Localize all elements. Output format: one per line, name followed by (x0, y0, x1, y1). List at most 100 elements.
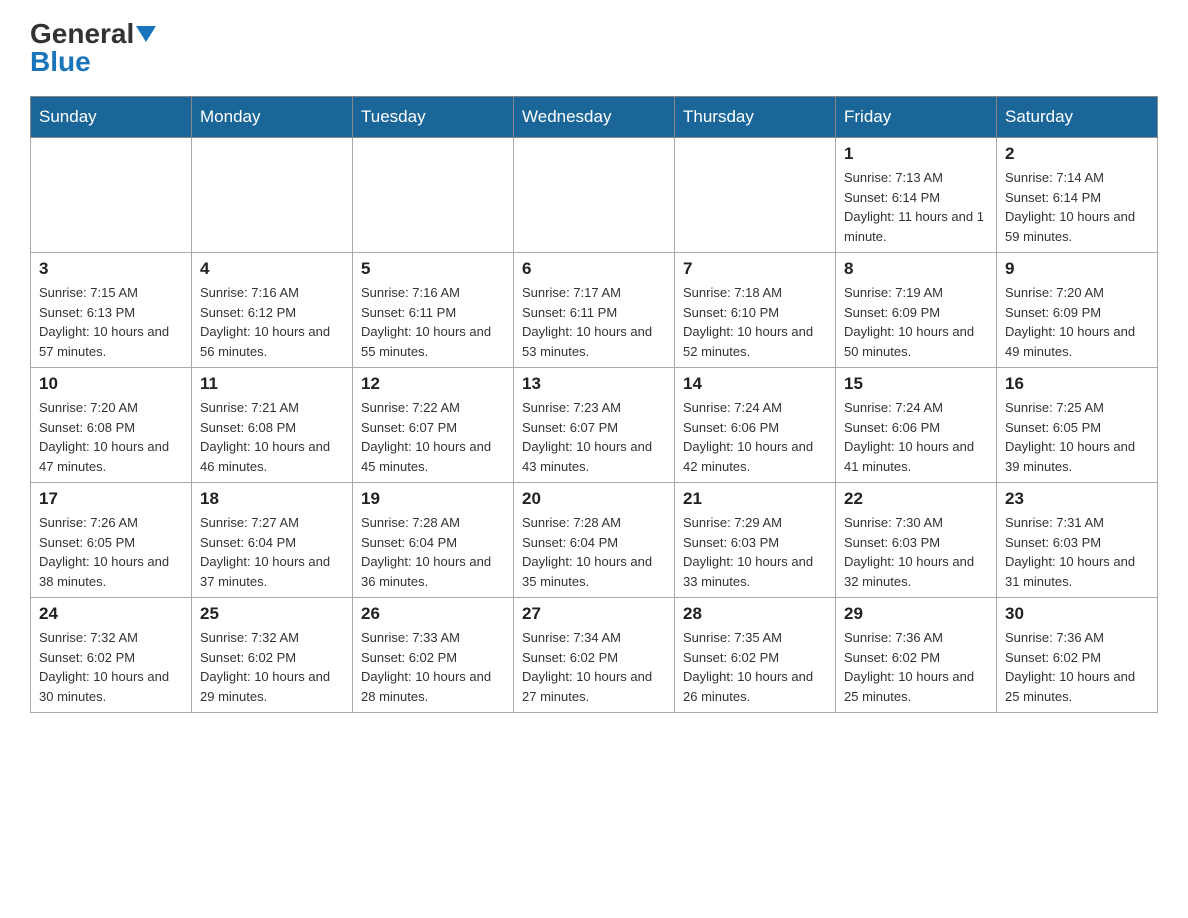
weekday-header-friday: Friday (836, 97, 997, 138)
day-number: 15 (844, 374, 988, 394)
day-number: 14 (683, 374, 827, 394)
day-info: Sunrise: 7:23 AM Sunset: 6:07 PM Dayligh… (522, 398, 666, 476)
day-info: Sunrise: 7:24 AM Sunset: 6:06 PM Dayligh… (844, 398, 988, 476)
logo-general-text: General (30, 20, 134, 48)
calendar-cell: 25 Sunrise: 7:32 AM Sunset: 6:02 PM Dayli… (192, 598, 353, 713)
day-number: 16 (1005, 374, 1149, 394)
day-info: Sunrise: 7:16 AM Sunset: 6:12 PM Dayligh… (200, 283, 344, 361)
weekday-header-sunday: Sunday (31, 97, 192, 138)
day-info: Sunrise: 7:13 AM Sunset: 6:14 PM Dayligh… (844, 168, 988, 246)
day-number: 8 (844, 259, 988, 279)
weekday-header-thursday: Thursday (675, 97, 836, 138)
day-number: 24 (39, 604, 183, 624)
calendar-cell: 2Sunrise: 7:14 AM Sunset: 6:14 PM Daylig… (997, 138, 1158, 253)
page-header: General Blue (30, 20, 1158, 76)
day-info: Sunrise: 7:15 AM Sunset: 6:13 PM Dayligh… (39, 283, 183, 361)
day-number: 18 (200, 489, 344, 509)
calendar-cell: 16 Sunrise: 7:25 AM Sunset: 6:05 PM Dayli… (997, 368, 1158, 483)
calendar-cell (31, 138, 192, 253)
day-info: Sunrise: 7:21 AM Sunset: 6:08 PM Dayligh… (200, 398, 344, 476)
calendar-cell: 7 Sunrise: 7:18 AM Sunset: 6:10 PM Daylig… (675, 253, 836, 368)
day-number: 29 (844, 604, 988, 624)
calendar-week-row: 3 Sunrise: 7:15 AM Sunset: 6:13 PM Daylig… (31, 253, 1158, 368)
day-number: 17 (39, 489, 183, 509)
day-info: Sunrise: 7:17 AM Sunset: 6:11 PM Dayligh… (522, 283, 666, 361)
day-info: Sunrise: 7:20 AM Sunset: 6:09 PM Dayligh… (1005, 283, 1149, 361)
logo-triangle-icon (136, 26, 156, 42)
calendar-cell (353, 138, 514, 253)
day-number: 27 (522, 604, 666, 624)
day-info: Sunrise: 7:18 AM Sunset: 6:10 PM Dayligh… (683, 283, 827, 361)
logo: General Blue (30, 20, 156, 76)
day-info: Sunrise: 7:35 AM Sunset: 6:02 PM Dayligh… (683, 628, 827, 706)
day-info: Sunrise: 7:25 AM Sunset: 6:05 PM Dayligh… (1005, 398, 1149, 476)
day-number: 7 (683, 259, 827, 279)
day-info: Sunrise: 7:36 AM Sunset: 6:02 PM Dayligh… (844, 628, 988, 706)
day-info: Sunrise: 7:19 AM Sunset: 6:09 PM Dayligh… (844, 283, 988, 361)
day-info: Sunrise: 7:36 AM Sunset: 6:02 PM Dayligh… (1005, 628, 1149, 706)
calendar-cell (192, 138, 353, 253)
calendar-table: SundayMondayTuesdayWednesdayThursdayFrid… (30, 96, 1158, 713)
calendar-cell: 1 Sunrise: 7:13 AM Sunset: 6:14 PM Daylig… (836, 138, 997, 253)
calendar-cell: 10 Sunrise: 7:20 AM Sunset: 6:08 PM Dayli… (31, 368, 192, 483)
day-info: Sunrise: 7:31 AM Sunset: 6:03 PM Dayligh… (1005, 513, 1149, 591)
day-info: Sunrise: 7:34 AM Sunset: 6:02 PM Dayligh… (522, 628, 666, 706)
day-number: 10 (39, 374, 183, 394)
calendar-cell: 12 Sunrise: 7:22 AM Sunset: 6:07 PM Dayli… (353, 368, 514, 483)
day-number: 21 (683, 489, 827, 509)
calendar-week-row: 24 Sunrise: 7:32 AM Sunset: 6:02 PM Dayli… (31, 598, 1158, 713)
calendar-cell: 18 Sunrise: 7:27 AM Sunset: 6:04 PM Dayli… (192, 483, 353, 598)
calendar-cell: 13 Sunrise: 7:23 AM Sunset: 6:07 PM Dayli… (514, 368, 675, 483)
weekday-header-tuesday: Tuesday (353, 97, 514, 138)
calendar-cell: 3 Sunrise: 7:15 AM Sunset: 6:13 PM Daylig… (31, 253, 192, 368)
calendar-cell: 15 Sunrise: 7:24 AM Sunset: 6:06 PM Dayli… (836, 368, 997, 483)
calendar-cell: 9Sunrise: 7:20 AM Sunset: 6:09 PM Daylig… (997, 253, 1158, 368)
day-info: Sunrise: 7:29 AM Sunset: 6:03 PM Dayligh… (683, 513, 827, 591)
calendar-week-row: 17 Sunrise: 7:26 AM Sunset: 6:05 PM Dayli… (31, 483, 1158, 598)
day-info: Sunrise: 7:32 AM Sunset: 6:02 PM Dayligh… (200, 628, 344, 706)
calendar-cell: 29 Sunrise: 7:36 AM Sunset: 6:02 PM Dayli… (836, 598, 997, 713)
day-info: Sunrise: 7:28 AM Sunset: 6:04 PM Dayligh… (522, 513, 666, 591)
calendar-cell (514, 138, 675, 253)
day-info: Sunrise: 7:26 AM Sunset: 6:05 PM Dayligh… (39, 513, 183, 591)
calendar-cell: 19 Sunrise: 7:28 AM Sunset: 6:04 PM Dayli… (353, 483, 514, 598)
day-number: 26 (361, 604, 505, 624)
day-info: Sunrise: 7:30 AM Sunset: 6:03 PM Dayligh… (844, 513, 988, 591)
day-number: 11 (200, 374, 344, 394)
calendar-cell (675, 138, 836, 253)
day-info: Sunrise: 7:27 AM Sunset: 6:04 PM Dayligh… (200, 513, 344, 591)
day-info: Sunrise: 7:20 AM Sunset: 6:08 PM Dayligh… (39, 398, 183, 476)
calendar-cell: 4Sunrise: 7:16 AM Sunset: 6:12 PM Daylig… (192, 253, 353, 368)
calendar-cell: 27 Sunrise: 7:34 AM Sunset: 6:02 PM Dayli… (514, 598, 675, 713)
weekday-header-row: SundayMondayTuesdayWednesdayThursdayFrid… (31, 97, 1158, 138)
day-number: 23 (1005, 489, 1149, 509)
day-number: 13 (522, 374, 666, 394)
weekday-header-saturday: Saturday (997, 97, 1158, 138)
day-number: 28 (683, 604, 827, 624)
calendar-cell: 30Sunrise: 7:36 AM Sunset: 6:02 PM Dayli… (997, 598, 1158, 713)
calendar-cell: 6 Sunrise: 7:17 AM Sunset: 6:11 PM Daylig… (514, 253, 675, 368)
calendar-cell: 26 Sunrise: 7:33 AM Sunset: 6:02 PM Dayli… (353, 598, 514, 713)
calendar-week-row: 1 Sunrise: 7:13 AM Sunset: 6:14 PM Daylig… (31, 138, 1158, 253)
day-info: Sunrise: 7:32 AM Sunset: 6:02 PM Dayligh… (39, 628, 183, 706)
day-info: Sunrise: 7:28 AM Sunset: 6:04 PM Dayligh… (361, 513, 505, 591)
day-number: 12 (361, 374, 505, 394)
calendar-cell: 22 Sunrise: 7:30 AM Sunset: 6:03 PM Dayli… (836, 483, 997, 598)
day-info: Sunrise: 7:33 AM Sunset: 6:02 PM Dayligh… (361, 628, 505, 706)
logo-blue-text: Blue (30, 48, 91, 76)
day-info: Sunrise: 7:22 AM Sunset: 6:07 PM Dayligh… (361, 398, 505, 476)
day-number: 6 (522, 259, 666, 279)
day-number: 20 (522, 489, 666, 509)
calendar-cell: 21 Sunrise: 7:29 AM Sunset: 6:03 PM Dayli… (675, 483, 836, 598)
calendar-cell: 23 Sunrise: 7:31 AM Sunset: 6:03 PM Dayli… (997, 483, 1158, 598)
day-number: 3 (39, 259, 183, 279)
calendar-cell: 14Sunrise: 7:24 AM Sunset: 6:06 PM Dayli… (675, 368, 836, 483)
day-number: 19 (361, 489, 505, 509)
calendar-cell: 17 Sunrise: 7:26 AM Sunset: 6:05 PM Dayli… (31, 483, 192, 598)
day-info: Sunrise: 7:14 AM Sunset: 6:14 PM Dayligh… (1005, 168, 1149, 246)
day-number: 1 (844, 144, 988, 164)
day-number: 25 (200, 604, 344, 624)
day-number: 22 (844, 489, 988, 509)
calendar-cell: 5Sunrise: 7:16 AM Sunset: 6:11 PM Daylig… (353, 253, 514, 368)
calendar-cell: 20 Sunrise: 7:28 AM Sunset: 6:04 PM Dayli… (514, 483, 675, 598)
